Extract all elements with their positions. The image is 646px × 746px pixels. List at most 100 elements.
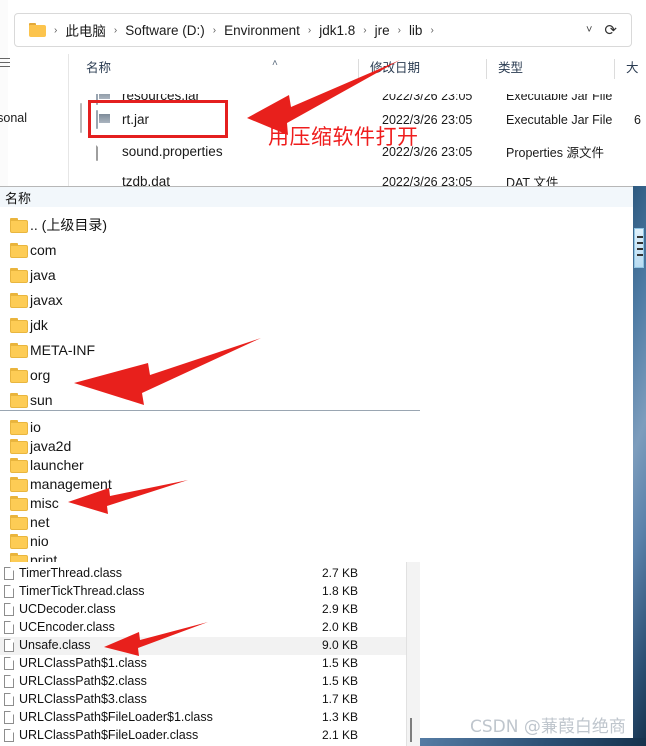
breadcrumb-software-d[interactable]: Software (D:) (123, 21, 207, 40)
address-bar[interactable]: › 此电脑 › Software (D:) › Environment › jd… (14, 13, 632, 47)
file-date: 2022/3/26 23:05 (382, 174, 473, 187)
folder-icon (10, 514, 28, 530)
class-list-scrollbar-thumb[interactable] (410, 718, 412, 742)
folder-icon (10, 342, 28, 358)
blue-globe-icon (96, 172, 114, 187)
table-row[interactable]: URLClassPath$3.class 1.7 KB (0, 691, 420, 709)
file-icon (4, 567, 14, 580)
folder-name: java2d (30, 438, 72, 454)
list-item[interactable]: .. (上级目录) (10, 213, 107, 237)
file-explorer-window: › 此电脑 › Software (D:) › Environment › jd… (0, 0, 646, 186)
file-size: 1.8 KB (321, 584, 358, 598)
folder-name: management (30, 476, 112, 492)
explorer-left-edge (0, 0, 8, 186)
table-row[interactable]: UCDecoder.class 2.9 KB (0, 601, 420, 619)
folder-icon (10, 242, 28, 258)
file-size: 2.9 KB (321, 602, 358, 616)
file-name: URLClassPath$FileLoader.class (19, 728, 199, 742)
file-type: DAT 文件 (506, 176, 559, 186)
breadcrumb-separator: › (430, 24, 434, 36)
nav-pane-item-personal[interactable]: ersonal (0, 111, 27, 125)
panel2-edge-toolbar-lines (637, 254, 643, 256)
folder-icon (10, 419, 28, 435)
class-list-scrollbar[interactable] (406, 562, 420, 746)
chevron-down-icon[interactable]: ˅ (576, 24, 602, 36)
column-header-name[interactable]: 名称 (86, 57, 111, 76)
file-icon (4, 585, 14, 598)
breadcrumb-separator: › (212, 24, 217, 36)
table-row[interactable]: URLClassPath$1.class 1.5 KB (0, 655, 420, 673)
breadcrumb-jre[interactable]: jre (373, 21, 392, 40)
refresh-icon[interactable]: ⟳ (602, 23, 623, 38)
file-size: 2.7 KB (321, 566, 358, 580)
file-type: Executable Jar File (506, 88, 613, 103)
explorer-scrollbar-thumb[interactable] (80, 103, 82, 133)
table-row[interactable]: URLClassPath$2.class 1.5 KB (0, 673, 420, 691)
folder-name: jdk (30, 317, 48, 333)
file-name: URLClassPath$FileLoader$1.class (19, 710, 213, 724)
watermark: CSDN @蒹葭白绝商 (470, 717, 626, 737)
folder-icon (10, 495, 28, 511)
list-item[interactable]: java (10, 263, 56, 287)
table-row[interactable]: TimerThread.class 2.7 KB (0, 565, 420, 583)
annotation-highlight-box (88, 100, 228, 138)
folder-icon (29, 23, 46, 37)
file-name: URLClassPath$2.class (19, 674, 147, 688)
breadcrumb-lib[interactable]: lib (407, 21, 425, 40)
breadcrumb-separator: › (54, 24, 58, 36)
file-name: Unsafe.class (19, 638, 91, 652)
column-header-date-modified[interactable]: 修改日期 (370, 57, 420, 76)
column-divider[interactable] (614, 59, 615, 79)
breadcrumb-jdk18[interactable]: jdk1.8 (317, 21, 357, 40)
folder-icon (10, 533, 28, 549)
list-item[interactable]: com (10, 238, 56, 262)
table-row[interactable]: URLClassPath$FileLoader.class 2.1 KB (0, 727, 420, 745)
folder-name: java (30, 267, 56, 283)
list-item[interactable]: META-INF (10, 338, 95, 362)
folder-name: sun (30, 392, 53, 408)
folder-name: javax (30, 292, 63, 308)
file-date: 2022/3/26 23:05 (382, 88, 473, 103)
file-icon (4, 603, 14, 616)
file-icon (4, 657, 14, 670)
list-item[interactable]: javax (10, 288, 63, 312)
sort-ascending-icon: ˄ (272, 58, 278, 69)
list-item[interactable]: sun (10, 388, 53, 410)
list-item[interactable]: org (10, 363, 50, 387)
archive-root-panel: 名称 .. (上级目录) com java javax jdk META-INF (0, 186, 633, 410)
folder-name: net (30, 514, 50, 530)
folder-name: nio (30, 533, 49, 549)
folder-name: misc (30, 495, 59, 511)
file-name: UCDecoder.class (19, 602, 116, 616)
folder-icon (10, 392, 28, 408)
table-row[interactable]: TimerTickThread.class 1.8 KB (0, 583, 420, 601)
annotation-label: 用压缩软件打开 (268, 125, 419, 149)
file-icon (4, 675, 14, 688)
column-header-type[interactable]: 类型 (498, 57, 523, 76)
folder-name: print (30, 552, 58, 562)
file-icon (4, 729, 14, 742)
column-divider[interactable] (358, 59, 359, 79)
file-size: 1.3 KB (321, 710, 358, 724)
column-divider[interactable] (486, 59, 487, 79)
folder-name: org (30, 367, 51, 383)
breadcrumb-environment[interactable]: Environment (222, 21, 302, 40)
folder-name: .. (上级目录) (30, 217, 107, 233)
hamburger-icon[interactable] (0, 58, 10, 68)
list-item[interactable]: print (10, 548, 57, 562)
folder-icon (10, 267, 28, 283)
table-row-selected[interactable]: Unsafe.class 9.0 KB (0, 637, 420, 655)
table-row[interactable]: URLClassPath$FileLoader$1.class 1.3 KB (0, 709, 420, 727)
breadcrumb-this-pc[interactable]: 此电脑 (63, 18, 108, 42)
table-row[interactable]: UCEncoder.class 2.0 KB (0, 619, 420, 637)
folder-name: io (30, 419, 41, 435)
list-item[interactable]: jdk (10, 313, 48, 337)
file-size: 1.5 KB (321, 656, 358, 670)
folder-icon (10, 438, 28, 454)
file-icon (4, 621, 14, 634)
document-icon (96, 141, 114, 162)
folder-name: META-INF (30, 342, 96, 358)
column-header-size[interactable]: 大 (626, 57, 639, 76)
file-name: UCEncoder.class (19, 620, 115, 634)
table-row[interactable]: tzdb.dat 2022/3/26 23:05 DAT 文件 (86, 168, 646, 186)
